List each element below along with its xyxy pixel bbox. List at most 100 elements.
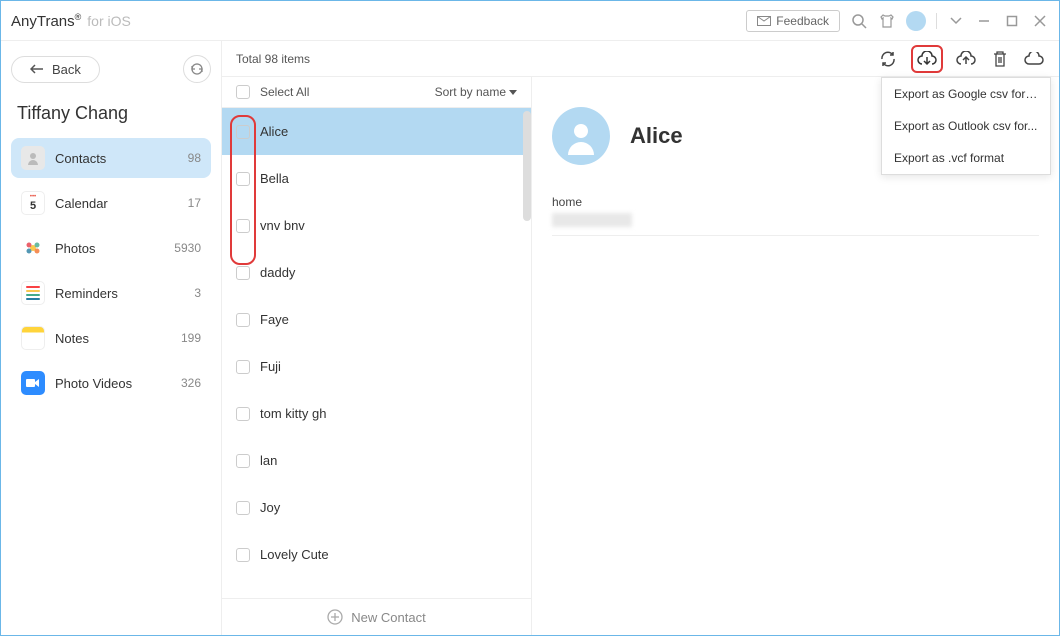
sidebar-item-label: Photos — [55, 241, 95, 256]
toolbar: Total 98 items — [222, 41, 1059, 77]
contact-item[interactable]: Faye — [222, 296, 531, 343]
sidebar-item-label: Notes — [55, 331, 89, 346]
contact-label: Fuji — [260, 359, 281, 374]
contact-checkbox[interactable] — [236, 360, 250, 374]
contact-checkbox[interactable] — [236, 548, 250, 562]
contact-checkbox[interactable] — [236, 407, 250, 421]
contact-checkbox[interactable] — [236, 125, 250, 139]
contact-item[interactable]: tom kitty gh — [222, 390, 531, 437]
minimize-button[interactable] — [975, 12, 993, 30]
app-subtitle: for iOS — [87, 13, 131, 29]
photovideos-icon — [21, 371, 45, 395]
back-button[interactable]: Back — [11, 56, 100, 83]
sidebar-item-contacts[interactable]: Contacts 98 — [11, 138, 211, 178]
contact-label: Lovely Cute — [260, 547, 329, 562]
feedback-button[interactable]: Feedback — [746, 10, 840, 32]
export-outlook-csv[interactable]: Export as Outlook csv for... — [882, 110, 1050, 142]
contact-item[interactable]: Bella — [222, 155, 531, 202]
user-avatar[interactable] — [906, 11, 926, 31]
sidebar-item-photo-videos[interactable]: Photo Videos 326 — [11, 363, 211, 403]
contact-item[interactable]: Alice — [222, 108, 531, 155]
titlebar: AnyTrans® for iOS Feedback — [1, 1, 1059, 41]
arrow-left-icon — [30, 64, 44, 74]
contact-item[interactable]: lan — [222, 437, 531, 484]
cloud-icon[interactable] — [1023, 48, 1045, 70]
contact-checkbox[interactable] — [236, 219, 250, 233]
contact-label: lan — [260, 453, 277, 468]
maximize-button[interactable] — [1003, 12, 1021, 30]
sidebar-item-reminders[interactable]: Reminders 3 — [11, 273, 211, 313]
contact-item[interactable]: Fuji — [222, 343, 531, 390]
contact-label: tom kitty gh — [260, 406, 326, 421]
contact-list: Alice Bella vnv bnv daddy Faye Fuji tom kitty … — [222, 108, 531, 598]
detail-field-label: home — [552, 195, 1039, 209]
contact-label: vnv bnv — [260, 218, 305, 233]
contact-item[interactable]: daddy — [222, 249, 531, 296]
sidebar: Back Tiffany Chang Contacts 98 •••5 Calenda… — [1, 41, 221, 635]
chevron-down-icon[interactable] — [947, 12, 965, 30]
app-title: AnyTrans® — [11, 12, 81, 30]
sync-icon[interactable] — [877, 48, 899, 70]
contact-name: Alice — [630, 123, 683, 149]
contact-checkbox[interactable] — [236, 501, 250, 515]
triangle-down-icon — [509, 90, 517, 95]
sidebar-item-count: 5930 — [174, 241, 201, 255]
contact-checkbox[interactable] — [236, 454, 250, 468]
sidebar-item-count: 326 — [181, 376, 201, 390]
sort-dropdown[interactable]: Sort by name — [435, 85, 517, 99]
plus-circle-icon — [327, 609, 343, 625]
divider — [936, 13, 937, 29]
contact-label: Alice — [260, 124, 288, 139]
mail-icon — [757, 16, 771, 26]
notes-icon — [21, 326, 45, 350]
sidebar-item-label: Reminders — [55, 286, 118, 301]
select-all-checkbox[interactable] — [236, 85, 250, 99]
sidebar-item-label: Contacts — [55, 151, 106, 166]
contact-avatar — [552, 107, 610, 165]
close-button[interactable] — [1031, 12, 1049, 30]
export-google-csv[interactable]: Export as Google csv format — [882, 78, 1050, 110]
user-name: Tiffany Chang — [11, 103, 211, 124]
reminders-icon — [21, 281, 45, 305]
contact-label: Bella — [260, 171, 289, 186]
sidebar-item-count: 17 — [188, 196, 201, 210]
sidebar-item-label: Photo Videos — [55, 376, 132, 391]
sidebar-item-photos[interactable]: Photos 5930 — [11, 228, 211, 268]
photos-icon — [21, 236, 45, 260]
contact-label: daddy — [260, 265, 295, 280]
sidebar-item-calendar[interactable]: •••5 Calendar 17 — [11, 183, 211, 223]
trash-icon[interactable] — [989, 48, 1011, 70]
contact-label: Joy — [260, 500, 280, 515]
contact-list-panel: Select All Sort by name Alice Bella vnv bn… — [222, 77, 532, 635]
new-contact-button[interactable]: New Contact — [222, 598, 531, 635]
contact-item[interactable]: vnv bnv — [222, 202, 531, 249]
contact-checkbox[interactable] — [236, 266, 250, 280]
contact-checkbox[interactable] — [236, 172, 250, 186]
detail-field-value — [552, 213, 632, 227]
export-dropdown-menu: Export as Google csv format Export as Ou… — [881, 77, 1051, 175]
sidebar-item-notes[interactable]: Notes 199 — [11, 318, 211, 358]
cloud-download-icon[interactable] — [911, 45, 943, 73]
export-vcf[interactable]: Export as .vcf format — [882, 142, 1050, 174]
detail-divider — [552, 235, 1039, 236]
contacts-icon — [21, 146, 45, 170]
scrollbar[interactable] — [523, 111, 531, 221]
refresh-icon — [190, 62, 204, 76]
contact-checkbox[interactable] — [236, 313, 250, 327]
search-icon[interactable] — [850, 12, 868, 30]
contact-label: Faye — [260, 312, 289, 327]
cloud-upload-icon[interactable] — [955, 48, 977, 70]
sidebar-item-label: Calendar — [55, 196, 108, 211]
select-all-label: Select All — [260, 85, 309, 99]
sidebar-item-count: 98 — [188, 151, 201, 165]
contact-item[interactable]: Lovely Cute — [222, 531, 531, 578]
calendar-icon: •••5 — [21, 191, 45, 215]
sidebar-item-count: 199 — [181, 331, 201, 345]
sidebar-item-count: 3 — [194, 286, 201, 300]
refresh-button[interactable] — [183, 55, 211, 83]
shirt-icon[interactable] — [878, 12, 896, 30]
total-count: Total 98 items — [236, 52, 310, 66]
person-icon — [562, 117, 600, 155]
list-header: Select All Sort by name — [222, 77, 531, 108]
contact-item[interactable]: Joy — [222, 484, 531, 531]
